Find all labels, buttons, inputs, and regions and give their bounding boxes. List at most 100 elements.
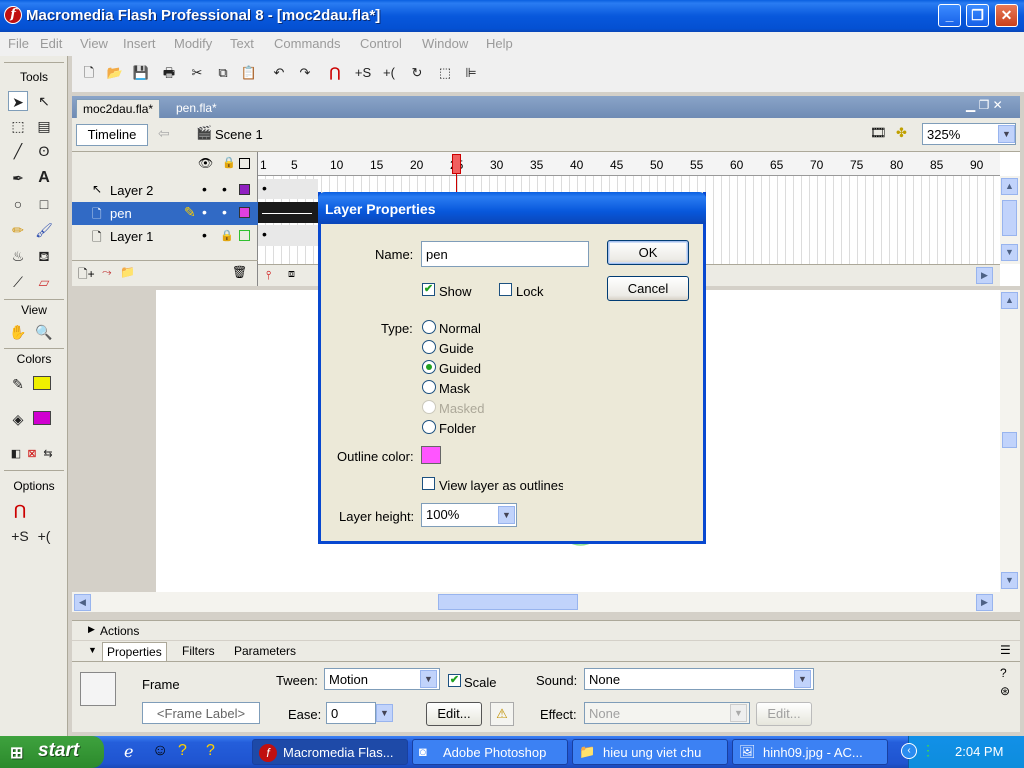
expand-arrow-icon[interactable]: ▶ [88, 624, 95, 635]
ok-button[interactable]: OK [607, 240, 689, 265]
tab-filters[interactable]: Filters [182, 644, 215, 658]
edit-effect-button[interactable]: Edit... [756, 702, 812, 726]
taskbar-app-folder[interactable]: 📁 hieu ung viet chu [572, 739, 728, 765]
scroll-up-icon[interactable]: ▲ [1001, 292, 1018, 309]
chevron-down-icon[interactable]: ▼ [998, 125, 1015, 143]
print-icon[interactable]: 🖶 [160, 64, 178, 82]
edit-symbols-icon[interactable]: ✤ [896, 125, 907, 141]
scroll-thumb[interactable] [438, 594, 578, 610]
undo-icon[interactable]: ↶ [270, 64, 288, 82]
start-button[interactable]: ⊞ start [0, 736, 104, 768]
traffic-light-icon[interactable]: ⋮ [921, 742, 935, 759]
panel-menu-icon[interactable]: ☰ [1000, 643, 1011, 657]
doc-window-controls[interactable]: ▁ ❐ ✕ [966, 98, 1003, 112]
type-guide-radio[interactable] [422, 340, 436, 354]
type-normal-radio[interactable] [422, 320, 436, 334]
chevron-down-icon[interactable]: ▼ [730, 704, 747, 722]
lock-dot[interactable]: • [222, 181, 227, 197]
cut-icon[interactable]: ✂ [188, 64, 206, 82]
scroll-right-icon[interactable]: ▶ [976, 267, 993, 284]
frame-span[interactable] [258, 225, 318, 246]
text-tool-icon[interactable]: A [34, 168, 54, 188]
minimize-button[interactable]: _ [938, 4, 961, 27]
chevron-down-icon[interactable]: ▼ [498, 506, 515, 524]
effect-select[interactable]: None [584, 702, 750, 724]
outline-icon[interactable] [239, 158, 250, 169]
open-file-icon[interactable]: 📂 [106, 64, 124, 82]
pen-tool-icon[interactable]: ✒ [8, 168, 28, 188]
type-guided-radio[interactable] [422, 360, 436, 374]
back-arrow-icon[interactable]: ⇦ [158, 125, 170, 142]
tab-pen[interactable]: pen.fla* [170, 99, 223, 118]
view-outlines-checkbox[interactable] [422, 477, 435, 490]
lasso-tool-icon[interactable]: ʘ [34, 141, 54, 161]
playhead-marker[interactable] [452, 154, 461, 174]
layer-color-box[interactable] [239, 230, 250, 241]
smooth-icon[interactable]: +S [10, 526, 30, 546]
scroll-left-icon[interactable]: ◀ [74, 594, 91, 611]
frame-ruler[interactable]: 1 5 10 15 20 25 30 35 40 45 50 55 60 65 … [258, 152, 1000, 176]
accessibility-icon[interactable]: ⊛ [1000, 684, 1010, 698]
scroll-up-icon[interactable]: ▲ [1001, 178, 1018, 195]
ease-input[interactable]: 0 [326, 702, 376, 724]
smooth-icon[interactable]: +S [354, 64, 372, 82]
onion-skin-icon[interactable]: ⧈ [288, 268, 295, 281]
taskbar-app-flash[interactable]: f Macromedia Flas... [252, 739, 408, 765]
layer-row-layer2[interactable]: ↖ Layer 2 • • [72, 179, 258, 202]
menu-edit[interactable]: Edit [40, 36, 62, 51]
copy-icon[interactable]: ⧉ [214, 64, 232, 82]
layer-row-pen[interactable]: 🗋 pen ✎ • • [72, 202, 258, 225]
brush-tool-icon[interactable]: 🖌 [34, 220, 54, 240]
menu-control[interactable]: Control [360, 36, 402, 51]
rotate-icon[interactable]: ↻ [408, 64, 426, 82]
edit-scene-icon[interactable]: 🎞 [870, 125, 887, 141]
help-icon[interactable]: ? [1000, 666, 1007, 680]
scroll-down-icon[interactable]: ▼ [1001, 572, 1018, 589]
menu-view[interactable]: View [80, 36, 108, 51]
eye-icon[interactable]: 👁 [198, 156, 213, 170]
scroll-down-icon[interactable]: ▼ [1001, 244, 1018, 261]
tab-properties[interactable]: Properties [102, 642, 167, 661]
layer-row-layer1[interactable]: 🗋 Layer 1 • 🔒 [72, 225, 258, 248]
paint-bucket-tool-icon[interactable]: ⛾ [34, 246, 54, 266]
chevron-down-icon[interactable]: ▼ [420, 670, 437, 688]
lock-checkbox[interactable] [499, 283, 512, 296]
layer-color-box[interactable] [239, 184, 250, 195]
menu-commands[interactable]: Commands [274, 36, 340, 51]
align-icon[interactable]: ⊫ [462, 64, 480, 82]
tray-expand-icon[interactable]: ‹ [901, 743, 917, 759]
swap-colors-icon[interactable]: ⇆ [38, 444, 58, 464]
scroll-right-icon[interactable]: ▶ [976, 594, 993, 611]
menu-text[interactable]: Text [230, 36, 254, 51]
collapse-arrow-icon[interactable]: ▼ [88, 645, 97, 655]
layer-name-input[interactable] [421, 241, 589, 267]
layer-color-box[interactable] [239, 207, 250, 218]
scale-icon[interactable]: ⬚ [436, 64, 454, 82]
scale-checkbox[interactable]: ✔ [448, 674, 461, 687]
save-icon[interactable]: 💾 [132, 64, 150, 82]
clock[interactable]: 2:04 PM [955, 744, 1003, 759]
snap-magnet-icon[interactable]: ⋂ [326, 64, 344, 82]
rectangle-tool-icon[interactable]: □ [34, 194, 54, 214]
new-file-icon[interactable]: 🗋 [80, 64, 98, 82]
fill-color-swatch[interactable] [33, 411, 51, 425]
eyedropper-tool-icon[interactable]: ⟋ [8, 272, 28, 292]
menu-help[interactable]: Help [486, 36, 513, 51]
eraser-tool-icon[interactable]: ▱ [34, 272, 54, 292]
taskbar-app-photoshop[interactable]: ◙ Adobe Photoshop [412, 739, 568, 765]
free-transform-tool-icon[interactable]: ⬚ [8, 116, 28, 136]
show-checkbox[interactable]: ✔ [422, 283, 435, 296]
stroke-color-swatch[interactable] [33, 376, 51, 390]
lock-icon[interactable]: 🔒 [222, 156, 236, 169]
add-guide-icon[interactable]: ⤳ [102, 265, 112, 280]
ie-icon[interactable]: ℯ [124, 742, 133, 762]
help-icon[interactable]: ? [178, 742, 187, 760]
type-mask-radio[interactable] [422, 380, 436, 394]
scroll-thumb[interactable] [1002, 432, 1017, 448]
stage-vscroll[interactable]: ▲ ▼ [1000, 290, 1020, 592]
type-folder-radio[interactable] [422, 420, 436, 434]
redo-icon[interactable]: ↷ [296, 64, 314, 82]
menu-window[interactable]: Window [422, 36, 468, 51]
lock-dot[interactable]: • [222, 204, 227, 220]
gradient-transform-tool-icon[interactable]: ▤ [34, 116, 54, 136]
